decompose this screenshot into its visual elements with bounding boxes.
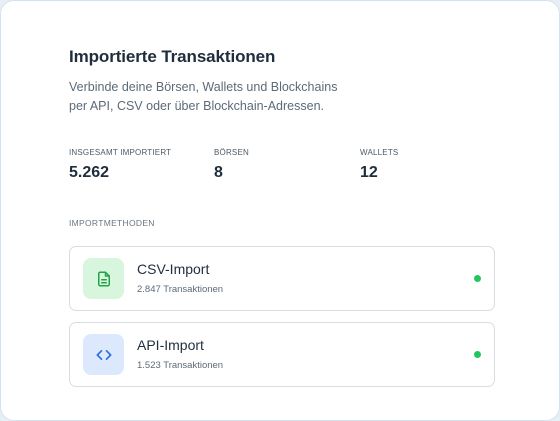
code-brackets-icon	[83, 334, 124, 375]
page-title: Importierte Transaktionen	[69, 47, 276, 66]
import-method-count: 1.523 Transaktionen	[137, 360, 224, 371]
stat-label-total: INSGESAMT IMPORTIERT	[69, 148, 172, 157]
status-dot-icon	[474, 351, 481, 358]
stat-label-exchanges: BÖRSEN	[214, 148, 249, 157]
section-label-import-methods: IMPORTMETHODEN	[69, 218, 155, 228]
file-document-icon	[83, 258, 124, 299]
import-method-title: CSV-Import	[137, 261, 210, 277]
stat-value-total: 5.262	[69, 164, 110, 181]
stat-value-exchanges: 8	[214, 164, 223, 181]
status-dot-icon	[474, 275, 481, 282]
import-panel: Importierte Transaktionen Verbinde deine…	[0, 0, 560, 421]
import-method-title: API-Import	[137, 337, 204, 353]
import-method-count: 2.847 Transaktionen	[137, 284, 224, 295]
description-line-1: Verbinde deine Börsen, Wallets und Block…	[69, 80, 338, 94]
description-line-2: per API, CSV oder über Blockchain-Adress…	[69, 99, 324, 113]
import-method-api-card[interactable]: API-Import 1.523 Transaktionen	[69, 322, 495, 387]
stat-label-wallets: WALLETS	[360, 148, 399, 157]
stat-value-wallets: 12	[360, 164, 378, 181]
import-method-csv-card[interactable]: CSV-Import 2.847 Transaktionen	[69, 246, 495, 311]
page-description: Verbinde deine Börsen, Wallets und Block…	[69, 78, 369, 116]
